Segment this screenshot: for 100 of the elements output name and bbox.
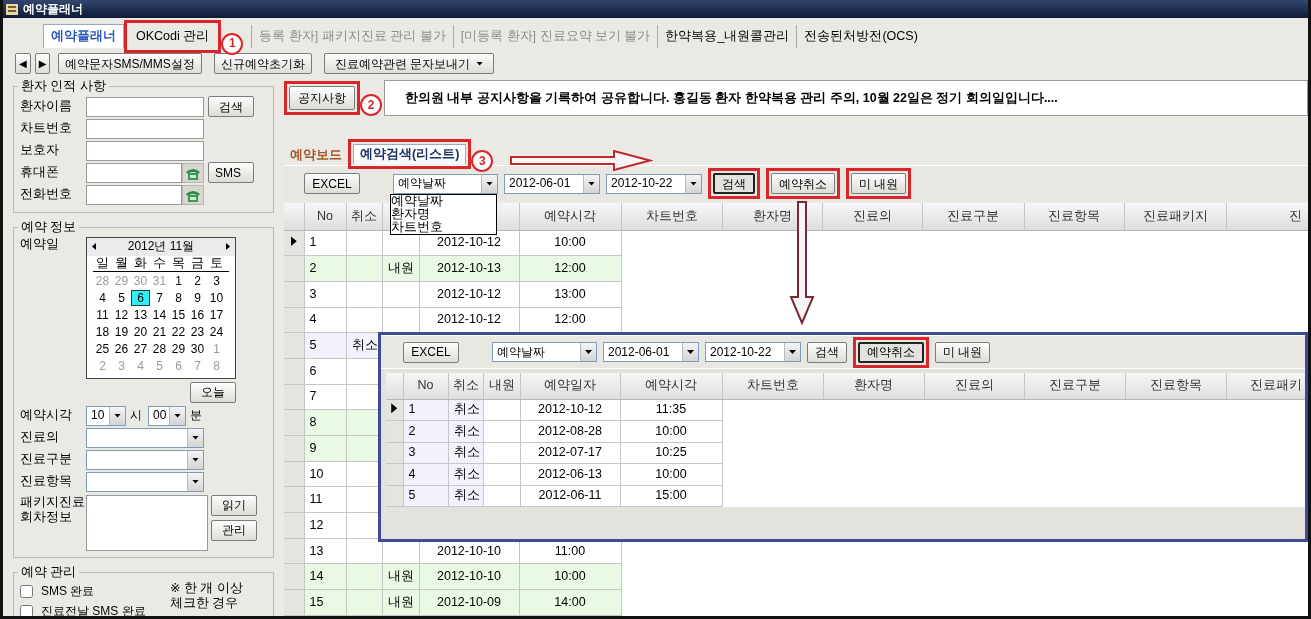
calendar-day[interactable]: 17 [207, 306, 226, 323]
calendar-day[interactable]: 25 [93, 340, 112, 357]
date-dropdown[interactable]: 2012-06-01 [603, 342, 699, 362]
calendar-day[interactable]: 1 [169, 272, 188, 289]
calendar-day[interactable]: 30 [188, 340, 207, 357]
checkbox-label[interactable]: SMS 완료 [20, 581, 170, 602]
calendar-day[interactable]: 13 [131, 306, 150, 323]
calendar-day[interactable]: 20 [131, 323, 150, 340]
calendar-day[interactable]: 14 [150, 306, 169, 323]
checkbox[interactable] [20, 584, 33, 598]
column-header[interactable]: 차트번호 [722, 373, 823, 399]
toolbar-button[interactable]: 예약문자SMS/MMS설정 [58, 53, 202, 74]
column-header[interactable]: 진료구분 [1024, 373, 1125, 399]
calendar-day[interactable]: 16 [188, 306, 207, 323]
calendar-day[interactable]: 27 [131, 340, 150, 357]
column-header[interactable]: 취소 [448, 373, 483, 399]
column-header[interactable]: 진료의 [822, 203, 922, 230]
calendar-day[interactable]: 5 [112, 289, 131, 306]
calendar-day[interactable]: 29 [169, 340, 188, 357]
tab[interactable]: 예약검색(리스트) [353, 144, 467, 164]
checkbox[interactable] [20, 604, 33, 616]
hour-dropdown[interactable]: 10 [86, 405, 126, 426]
text-field[interactable] [86, 96, 204, 117]
calendar-day[interactable]: 23 [188, 323, 207, 340]
nav-button[interactable]: ▶ [34, 53, 51, 74]
search-button[interactable]: 미 내원 [851, 173, 907, 194]
column-header[interactable]: 진료패키 [1226, 373, 1305, 399]
text-field[interactable] [86, 162, 182, 183]
calendar-day[interactable]: 21 [150, 323, 169, 340]
calendar-day[interactable]: 26 [112, 340, 131, 357]
column-header[interactable]: 진 [1226, 203, 1308, 230]
calendar-day[interactable]: 18 [93, 323, 112, 340]
text-field[interactable] [86, 140, 204, 161]
column-header[interactable]: 차트번호 [621, 203, 722, 230]
column-header[interactable]: 예약시각 [620, 373, 722, 399]
excel-button[interactable]: EXCEL [304, 173, 360, 194]
column-header[interactable]: 진료패키지 [1124, 203, 1226, 230]
dropdown-field[interactable] [86, 427, 204, 448]
column-header[interactable]: 환자명 [823, 373, 924, 399]
tab[interactable]: 전송된처방전(OCS) [796, 25, 925, 48]
text-field[interactable] [86, 118, 204, 139]
previous-month-icon[interactable] [92, 243, 96, 250]
nav-button[interactable]: ◀ [15, 53, 31, 74]
calendar-day[interactable]: 28 [150, 340, 169, 357]
next-month-icon[interactable] [226, 243, 230, 250]
today-button[interactable]: 오늘 [190, 381, 236, 403]
column-header[interactable]: No [403, 373, 448, 399]
column-header[interactable]: 취소 [346, 203, 382, 230]
checkbox-label[interactable]: 진료전날 SMS 완료 [20, 601, 170, 616]
dropdown-field[interactable] [86, 449, 204, 470]
tab[interactable]: 한약복용_내원콜관리 [657, 25, 797, 48]
toolbar-button[interactable]: 진료예약관련 문자보내기 [323, 53, 495, 74]
calendar-day[interactable]: 19 [112, 323, 131, 340]
search-button[interactable]: 검색 [807, 341, 847, 363]
dropdown-field[interactable] [86, 471, 204, 492]
field-button[interactable]: SMS [208, 162, 254, 184]
search-button[interactable]: 검색 [713, 173, 755, 194]
toolbar-button[interactable]: 신규예약초기화 [213, 53, 312, 74]
date-dropdown[interactable]: 2012-10-22 [606, 173, 702, 194]
notice-button[interactable]: 공지사항 [289, 86, 355, 110]
text-area[interactable] [86, 494, 208, 551]
column-header[interactable]: 예약시각 [519, 203, 621, 230]
field-button[interactable]: 검색 [208, 96, 254, 118]
column-header[interactable]: 진료항목 [1024, 203, 1124, 230]
calendar-day[interactable]: 2 [188, 272, 207, 289]
date-dropdown[interactable]: 2012-10-22 [705, 342, 801, 362]
column-header[interactable]: 예약일자 [520, 373, 620, 399]
calendar-day[interactable]: 6 [131, 289, 150, 306]
calendar[interactable]: 2012년 11월 일 월 화 수 목 금 토 28 29 30 31 1 2 3 4 5 6 7 8 9 10 11 12 13 14 15 16 17 18 19 20 21 22 23 24 25 26 27 28 29 30 1 2 3 4 5 6 7 8 [86, 236, 236, 379]
column-header[interactable]: 진료구분 [922, 203, 1024, 230]
tab[interactable]: 예약플래너 [43, 24, 124, 48]
side-button[interactable]: 관리 [211, 519, 257, 541]
search-type-dropdown[interactable]: 예약날짜 [492, 342, 597, 362]
calendar-day[interactable]: 15 [169, 306, 188, 323]
search-button[interactable]: 예약취소 [858, 341, 924, 363]
calendar-day[interactable]: 8 [169, 289, 188, 306]
tab[interactable]: 예약보드 [284, 146, 348, 165]
search-type-dropdown[interactable]: 예약날짜 [393, 173, 498, 194]
column-header[interactable]: No [304, 203, 346, 230]
dropdown-option[interactable]: 예약날짜 [391, 194, 496, 208]
date-dropdown[interactable]: 2012-06-01 [504, 173, 600, 194]
calendar-day[interactable]: 3 [207, 272, 226, 289]
calendar-day[interactable]: 7 [150, 289, 169, 306]
excel-button[interactable]: EXCEL [403, 341, 459, 363]
calendar-day[interactable]: 4 [93, 289, 112, 306]
search-button[interactable]: 예약취소 [771, 173, 835, 194]
calendar-day[interactable]: 22 [169, 323, 188, 340]
column-header[interactable]: 진료의 [924, 373, 1024, 399]
calendar-day[interactable]: 24 [207, 323, 226, 340]
dropdown-option[interactable]: 환자명 [391, 207, 496, 221]
calendar-day[interactable]: 10 [207, 289, 226, 306]
minute-dropdown[interactable]: 00 [148, 405, 186, 426]
calendar-day[interactable]: 9 [188, 289, 207, 306]
calendar-day[interactable]: 12 [112, 306, 131, 323]
text-field[interactable] [86, 184, 182, 205]
side-button[interactable]: 읽기 [211, 494, 257, 516]
search-button[interactable]: 미 내원 [935, 341, 991, 363]
calendar-day[interactable]: 11 [93, 306, 112, 323]
column-header[interactable]: 내원 [483, 373, 520, 399]
column-header[interactable]: 진료항목 [1125, 373, 1226, 399]
